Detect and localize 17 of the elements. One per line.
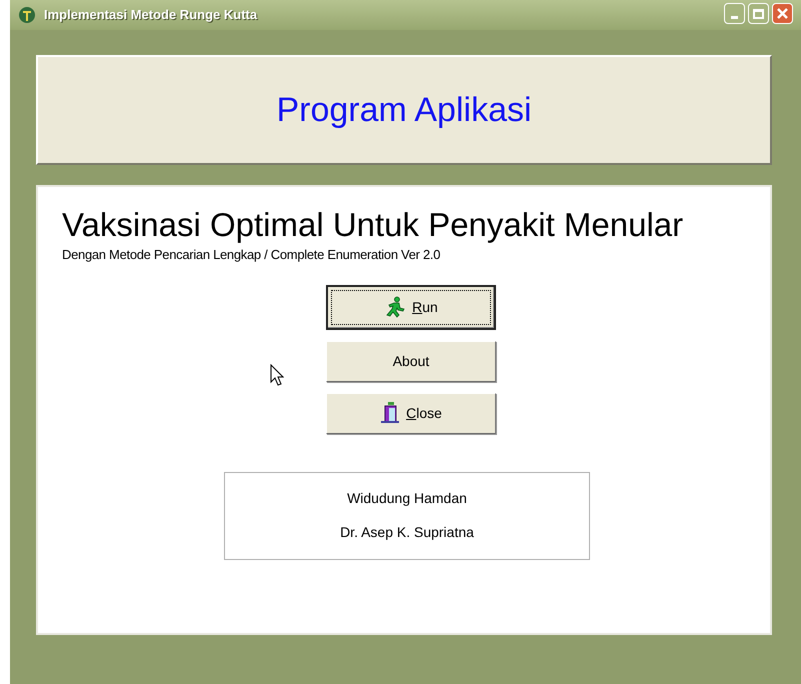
running-figure-icon (384, 296, 406, 318)
app-icon (18, 6, 36, 24)
author-name: Dr. Asep K. Supriatna (340, 523, 474, 542)
header-title: Program Aplikasi (276, 90, 532, 130)
close-icon (777, 8, 788, 19)
maximize-button[interactable] (748, 3, 769, 24)
subtitle: Dengan Metode Pencarian Lengkap / Complete Enumeration Ver 2.0 (62, 246, 440, 264)
button[interactable]: About (326, 340, 496, 382)
mouse-cursor-icon (270, 364, 284, 386)
heading: Vaksinasi Optimal Untuk Penyakit Menular (62, 205, 684, 245)
author-name: Widudung Hamdan (347, 489, 467, 508)
window-title: Implementasi Metode Runge Kutta (44, 6, 258, 24)
close-button[interactable] (772, 3, 793, 24)
button[interactable]: Run (326, 284, 496, 330)
door-icon (380, 402, 400, 424)
minimize-button[interactable] (724, 3, 745, 24)
button[interactable]: Close (326, 392, 496, 434)
